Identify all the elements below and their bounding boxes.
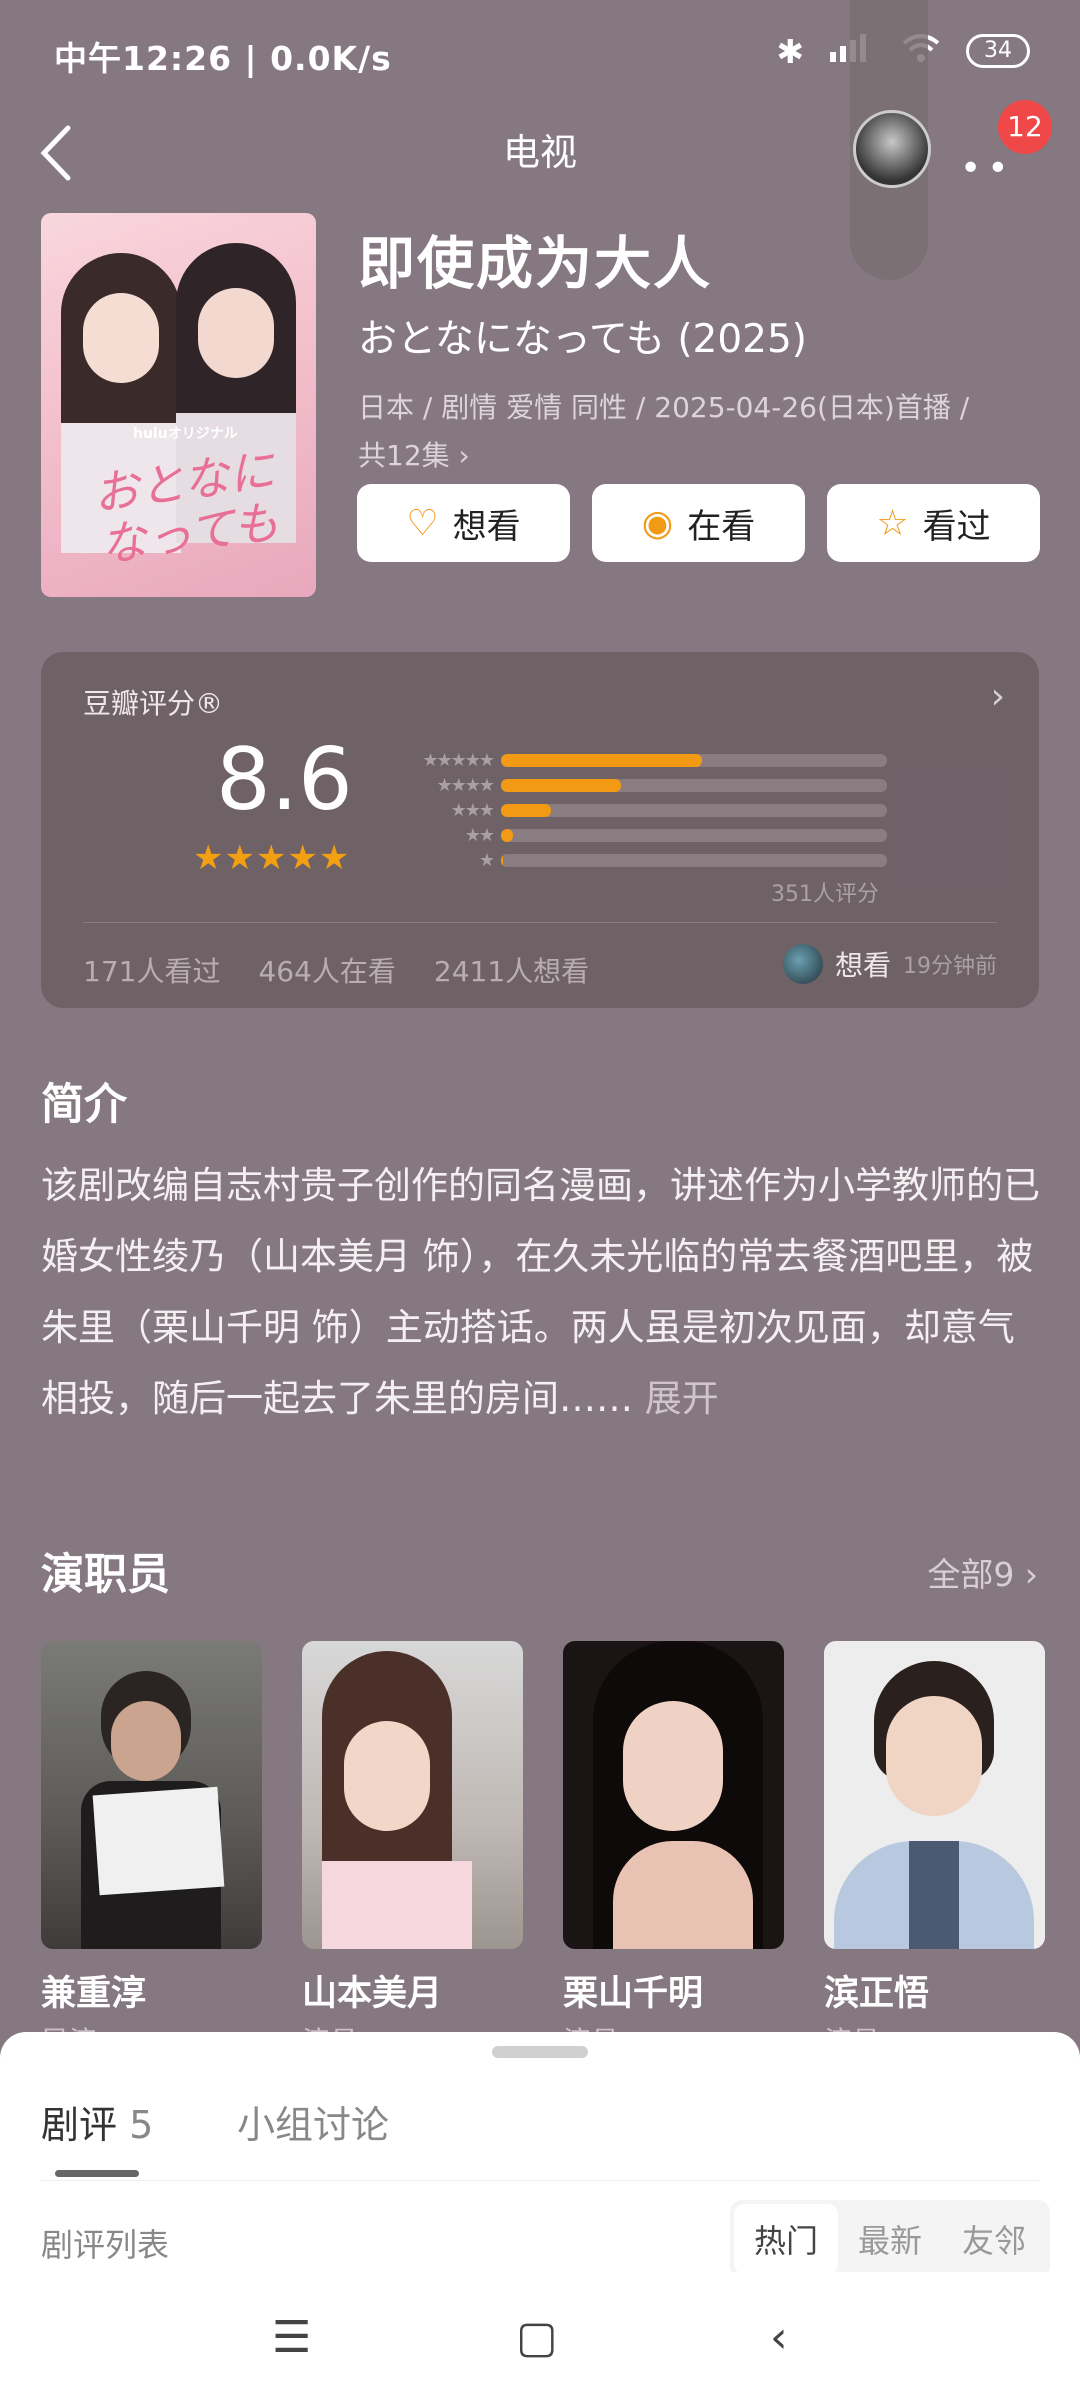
back-icon[interactable]: ‹ bbox=[770, 2312, 788, 2363]
sheet-drag-handle[interactable] bbox=[492, 2046, 588, 2058]
rating-stars: ★★★★★ bbox=[193, 838, 351, 878]
cast-name: 兼重淳 bbox=[41, 1974, 147, 2014]
watching-button[interactable]: ◉ 在看 bbox=[592, 484, 805, 562]
watched-count[interactable]: 171人看过 bbox=[83, 950, 220, 990]
rating-row-stars: ★★★★★ bbox=[422, 750, 495, 771]
rating-count: 351人评分 bbox=[771, 882, 879, 907]
cast-member[interactable]: 山本美月 演员 bbox=[302, 1641, 523, 2060]
sort-latest[interactable]: 最新 bbox=[838, 2204, 942, 2274]
rating-row-1: ★ bbox=[391, 848, 887, 873]
rating-bar-fill bbox=[501, 804, 552, 817]
expand-link[interactable]: 展开 bbox=[633, 1377, 719, 1420]
cast-heading: 演职员 bbox=[41, 1550, 170, 1600]
active-tab-indicator bbox=[55, 2170, 139, 2177]
tab-group-discussion[interactable]: 小组讨论 bbox=[237, 2094, 389, 2149]
my-activity[interactable]: 想看 19分钟前 bbox=[782, 944, 997, 984]
rating-bar-fill bbox=[501, 779, 621, 792]
intro-text[interactable]: 该剧改编自志村贵子创作的同名漫画，讲述作为小学教师的已婚女性绫乃（山本美月 饰）… bbox=[41, 1150, 1046, 1434]
system-nav-bar: ☰ ▢ ‹ bbox=[0, 2272, 1080, 2400]
status-time: 中午12:26 | 0.0K/s bbox=[54, 39, 392, 78]
watched-button[interactable]: ☆ 看过 bbox=[827, 484, 1040, 562]
bluetooth-icon: ✱ bbox=[776, 31, 804, 71]
home-icon[interactable]: ▢ bbox=[516, 2312, 558, 2363]
sort-friends[interactable]: 友邻 bbox=[942, 2204, 1046, 2274]
user-avatar[interactable] bbox=[853, 110, 931, 188]
show-title: 即使成为大人 bbox=[358, 231, 712, 297]
rating-bar-fill bbox=[501, 854, 503, 867]
notification-badge: 12 bbox=[998, 100, 1052, 154]
sort-hot[interactable]: 热门 bbox=[733, 2204, 838, 2274]
show-original-title: おとなになっても (2025) bbox=[358, 317, 808, 362]
tab-reviews[interactable]: 剧评 5 bbox=[41, 2094, 153, 2149]
cast-list: 兼重淳 导演 山本美月 演员 栗山千明 演员 滨正悟 演员 bbox=[41, 1641, 1045, 2060]
divider bbox=[83, 922, 997, 923]
rating-card[interactable]: 豆瓣评分® › 8.6 ★★★★★ ★★★★★ ★★★★ ★★★ ★★ ★ 35… bbox=[41, 652, 1039, 1008]
rating-breakdown: ★★★★★ ★★★★ ★★★ ★★ ★ bbox=[391, 748, 887, 873]
cast-name: 栗山千明 bbox=[563, 1974, 704, 2014]
show-info: 即使成为大人 おとなになっても (2025) 日本 / 剧情 爱情 同性 / 2… bbox=[358, 218, 1048, 480]
activity-verb: 想看 bbox=[834, 949, 891, 982]
show-meta[interactable]: 日本 / 剧情 爱情 同性 / 2025-04-26(日本)首播 / 共12集 … bbox=[358, 384, 1048, 480]
cast-photo bbox=[302, 1641, 523, 1949]
rating-row-stars: ★★ bbox=[464, 825, 495, 846]
show-meta-line2: 共12集 › bbox=[358, 439, 470, 472]
rating-row-2: ★★ bbox=[391, 823, 887, 848]
rating-bar-fill bbox=[501, 754, 702, 767]
show-meta-line1: 日本 / 剧情 爱情 同性 / 2025-04-26(日本)首播 / bbox=[358, 391, 970, 424]
cast-name: 滨正悟 bbox=[824, 1974, 930, 2014]
intro-heading: 简介 bbox=[41, 1080, 127, 1130]
show-poster[interactable]: huluオリジナル おとなになっても bbox=[41, 213, 316, 597]
rating-row-4: ★★★★ bbox=[391, 773, 887, 798]
watching-count[interactable]: 464人在看 bbox=[258, 950, 395, 990]
action-buttons: ♡ 想看 ◉ 在看 ☆ 看过 bbox=[357, 484, 1040, 562]
activity-avatar bbox=[782, 944, 823, 984]
review-count: 5 bbox=[117, 2103, 154, 2147]
rating-row-stars: ★★★★ bbox=[436, 775, 495, 796]
chevron-right-icon: › bbox=[990, 676, 1005, 717]
rating-row-3: ★★★ bbox=[391, 798, 887, 823]
cast-member[interactable]: 兼重淳 导演 bbox=[41, 1641, 262, 2060]
heart-plus-icon: ♡ bbox=[406, 502, 439, 544]
battery-icon: 34 bbox=[966, 34, 1030, 68]
cast-photo bbox=[41, 1641, 262, 1949]
rating-row-stars: ★ bbox=[478, 850, 495, 871]
want-count[interactable]: 2411人想看 bbox=[434, 950, 589, 990]
top-nav: 电视 •• 12 bbox=[0, 0, 1080, 280]
star-outline-icon: ☆ bbox=[876, 502, 909, 544]
cast-photo bbox=[563, 1641, 784, 1949]
audience-counts: 171人看过 464人在看 2411人想看 bbox=[83, 950, 589, 990]
rating-bar-fill bbox=[501, 829, 513, 842]
poster-brand: huluオリジナル bbox=[133, 426, 238, 442]
more-menu-button[interactable]: •• bbox=[960, 148, 1014, 189]
cast-member[interactable]: 栗山千明 演员 bbox=[563, 1641, 784, 2060]
cast-photo bbox=[824, 1641, 1045, 1949]
cast-member[interactable]: 滨正悟 演员 bbox=[824, 1641, 1045, 2060]
cast-name: 山本美月 bbox=[302, 1974, 443, 2014]
review-list-label: 剧评列表 bbox=[41, 2226, 170, 2264]
rating-header: 豆瓣评分® bbox=[83, 687, 224, 720]
target-icon: ◉ bbox=[641, 502, 674, 544]
menu-icon[interactable]: ☰ bbox=[272, 2312, 311, 2363]
want-to-watch-button[interactable]: ♡ 想看 bbox=[357, 484, 570, 562]
rating-row-stars: ★★★ bbox=[450, 800, 495, 821]
sort-toggle: 热门 最新 友邻 bbox=[729, 2200, 1050, 2278]
activity-time: 19分钟前 bbox=[903, 954, 997, 979]
divider bbox=[41, 2180, 1039, 2181]
rating-row-5: ★★★★★ bbox=[391, 748, 887, 773]
cast-see-all-link[interactable]: 全部9 › bbox=[927, 1548, 1038, 1596]
rating-score: 8.6 bbox=[216, 730, 353, 830]
